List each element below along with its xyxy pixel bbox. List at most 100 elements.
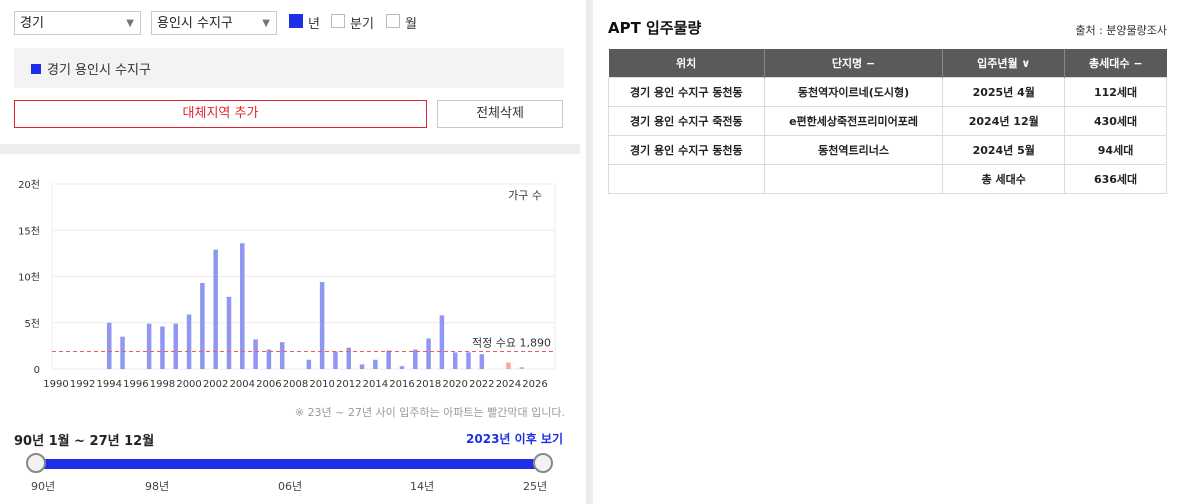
panel-title: APT 입주물량 — [608, 19, 702, 37]
cell-location: 경기 용인 수지구 동천동 — [608, 77, 765, 107]
bar-2020 — [452, 352, 458, 369]
cell-complex: 동천역트리너스 — [763, 135, 944, 165]
bar-2014 — [373, 359, 378, 369]
chart-note: ※ 23년 ~ 27년 사이 입주하는 아파트는 빨간막대 입니다. — [294, 406, 565, 419]
slider-label: 14년 — [410, 480, 435, 493]
x-tick-label: 2024 — [496, 379, 521, 390]
bar-2006 — [266, 349, 272, 369]
province-select[interactable]: 경기 ▼ — [14, 11, 141, 35]
total-label: 총 세대수 — [942, 164, 1066, 194]
bar-2013 — [359, 364, 365, 369]
column-header-complex[interactable]: 단지명 − — [764, 49, 944, 78]
x-tick-label: 2002 — [203, 379, 228, 390]
slider-label: 06년 — [278, 480, 303, 493]
panel-divider — [586, 0, 593, 504]
supply-bar-chart: 적정 수요 1,890 0 5천 10천 15천 20천 1990 1992 1994 1996… — [18, 179, 556, 390]
column-header-units[interactable]: 총세대수 − — [1064, 49, 1167, 78]
bar-2011 — [333, 351, 338, 369]
slider-label: 25년 — [523, 480, 548, 493]
bar-2010 — [319, 282, 325, 369]
checkbox-year-label: 년 — [308, 17, 320, 32]
legend-square-icon — [31, 64, 41, 74]
apt-table: 위치 단지명 − 입주년월 ∨ 총세대수 − 경기 용인 수지구 동천동 동천역… — [608, 49, 1167, 194]
x-tick-label: 1992 — [70, 379, 95, 390]
bar-2016 — [399, 366, 405, 369]
reference-line-label: 적정 수요 1,890 — [472, 337, 551, 350]
slider-label: 98년 — [145, 480, 170, 493]
cell-move-in: 2024년 5월 — [942, 135, 1066, 165]
slider-label: 90년 — [31, 480, 56, 493]
bar-1997 — [146, 323, 152, 369]
right-panel: APT 입주물량 출처 : 분양물량조사 위치 단지명 − 입주년월 ∨ 총세대… — [593, 0, 1183, 504]
district-select[interactable]: 용인시 수지구 ▼ — [151, 11, 277, 35]
chevron-down-icon: ▼ — [126, 18, 134, 29]
column-header-move-in[interactable]: 입주년월 ∨ — [942, 49, 1066, 78]
checkbox-year[interactable] — [289, 14, 303, 28]
province-value: 경기 — [20, 16, 44, 31]
checkbox-quarter[interactable] — [331, 14, 345, 28]
y-tick-label: 5천 — [24, 318, 40, 330]
bar-2003 — [226, 296, 232, 369]
bar-2022 — [479, 354, 485, 369]
x-tick-label: 2004 — [230, 379, 255, 390]
cell-units: 430세대 — [1064, 106, 1167, 136]
bar-2005 — [253, 339, 258, 369]
bar-2001 — [200, 282, 205, 369]
x-tick-label: 2016 — [389, 379, 414, 390]
chevron-down-icon: ▼ — [262, 18, 270, 29]
cell-location: 경기 용인 수지구 죽전동 — [608, 106, 765, 136]
bar-2025 — [519, 367, 524, 369]
cell-move-in: 2025년 4월 — [942, 77, 1066, 107]
x-tick-label: 1994 — [96, 379, 121, 390]
table-row: 경기 용인 수지구 동천동 동천역자이르네(도시형) 2025년 4월 112세… — [608, 77, 1167, 107]
y-tick-label: 15천 — [18, 225, 40, 237]
y-tick-label: 0 — [34, 365, 40, 376]
cell-move-in: 2024년 12월 — [942, 106, 1066, 136]
x-tick-label: 2014 — [363, 379, 388, 390]
x-tick-label: 2012 — [336, 379, 361, 390]
bar-2019 — [439, 315, 445, 369]
x-tick-label: 2008 — [283, 379, 308, 390]
selected-region-box: 경기 용인시 수지구 — [14, 48, 564, 88]
x-tick-label: 2022 — [469, 379, 494, 390]
cell-units: 112세대 — [1064, 77, 1167, 107]
cell-units: 94세대 — [1064, 135, 1167, 165]
bar-2017 — [413, 349, 418, 369]
cell-location: 경기 용인 수지구 동천동 — [608, 135, 765, 165]
after-2023-link[interactable]: 2023년 이후 보기 — [443, 430, 563, 447]
bar-1999 — [173, 323, 179, 369]
delete-all-button[interactable]: 전체삭제 — [437, 100, 563, 128]
checkbox-month-label: 월 — [405, 17, 417, 32]
bar-1994 — [106, 322, 112, 369]
bar-2004 — [240, 243, 245, 369]
cell-empty — [763, 164, 944, 194]
column-header-location[interactable]: 위치 — [608, 49, 765, 78]
x-tick-label: 2010 — [309, 379, 334, 390]
range-slider-start-handle[interactable] — [26, 453, 46, 473]
period-range: 90년 1월 ~ 27년 12월 — [14, 434, 155, 449]
left-panel: 경기 ▼ 용인시 수지구 ▼ 년 분기 월 경기 용인시 수지구 대체지역 추가… — [0, 0, 580, 504]
x-tick-label: 2006 — [256, 379, 281, 390]
table-row: 경기 용인 수지구 동천동 동천역트리너스 2024년 5월 94세대 — [608, 135, 1167, 165]
x-tick-label: 2020 — [442, 379, 467, 390]
range-slider-track[interactable] — [36, 459, 544, 469]
bar-1998 — [160, 326, 165, 369]
bar-2009 — [306, 359, 312, 369]
source-label: 출처 : 분양물량조사 — [1075, 24, 1167, 37]
x-tick-label: 2000 — [176, 379, 201, 390]
cell-empty — [608, 164, 765, 194]
district-value: 용인시 수지구 — [157, 16, 233, 31]
checkbox-month[interactable] — [386, 14, 400, 28]
range-slider-end-handle[interactable] — [533, 453, 553, 473]
bar-2018 — [426, 338, 431, 369]
section-divider — [0, 144, 580, 154]
x-tick-label: 1996 — [123, 379, 148, 390]
bar-2000 — [186, 314, 192, 369]
x-tick-label: 2018 — [416, 379, 441, 390]
table-total-row: 총 세대수 636세대 — [608, 164, 1167, 194]
bar-2024 — [506, 362, 511, 369]
bar-1995 — [120, 336, 125, 369]
total-value: 636세대 — [1064, 164, 1167, 194]
bar-2015 — [386, 350, 391, 369]
add-region-button[interactable]: 대체지역 추가 — [14, 100, 427, 128]
